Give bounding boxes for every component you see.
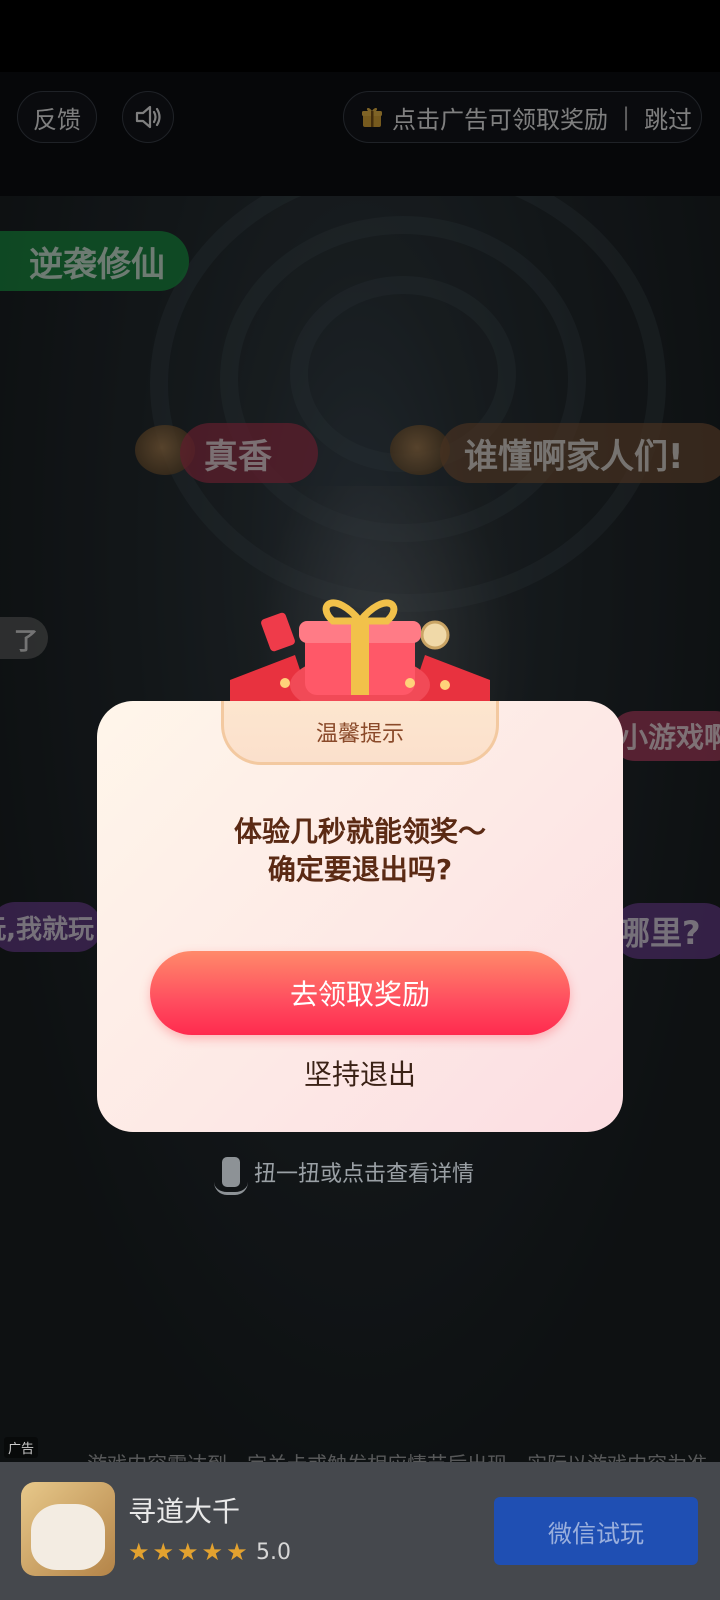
star-icon: ★ xyxy=(177,1538,199,1566)
dialog-message-line1: 体验几秒就能领奖～ xyxy=(233,815,486,848)
app-mascot-icon xyxy=(31,1504,105,1570)
star-rating: ★ ★ ★ ★ ★ xyxy=(128,1538,248,1566)
shake-hint-text: 扭一扭或点击查看详情 xyxy=(254,1162,475,1187)
star-icon: ★ xyxy=(128,1538,150,1566)
star-icon: ★ xyxy=(201,1538,224,1566)
star-icon: ★ xyxy=(152,1538,175,1566)
dialog-message: 体验几秒就能领奖～ 确定要退出吗? xyxy=(97,813,623,889)
claim-reward-button[interactable]: 去领取奖励 xyxy=(150,951,570,1035)
star-icon: ★ xyxy=(226,1538,248,1566)
dialog-message-line2: 确定要退出吗? xyxy=(267,853,453,886)
wechat-trial-button[interactable]: 微信试玩 xyxy=(494,1497,698,1565)
exit-confirm-dialog: 温馨提示 体验几秒就能领奖～ 确定要退出吗? 去领取奖励 坚持退出 xyxy=(97,701,623,1132)
confirm-exit-button[interactable]: 坚持退出 xyxy=(260,1043,460,1103)
app-icon[interactable] xyxy=(21,1482,115,1576)
red-gift-box-icon xyxy=(230,599,490,715)
dialog-title: 温馨提示 xyxy=(221,701,499,765)
shake-hint[interactable]: 扭一扭或点击查看详情 xyxy=(214,1152,475,1195)
ad-badge: 广告 xyxy=(4,1437,39,1458)
ad-app-card[interactable]: 寻道大千 ★ ★ ★ ★ ★ 5.0 微信试玩 xyxy=(0,1462,720,1600)
app-name[interactable]: 寻道大千 xyxy=(128,1490,240,1530)
shake-phone-icon xyxy=(214,1157,248,1195)
rating-value: 5.0 xyxy=(256,1540,291,1565)
